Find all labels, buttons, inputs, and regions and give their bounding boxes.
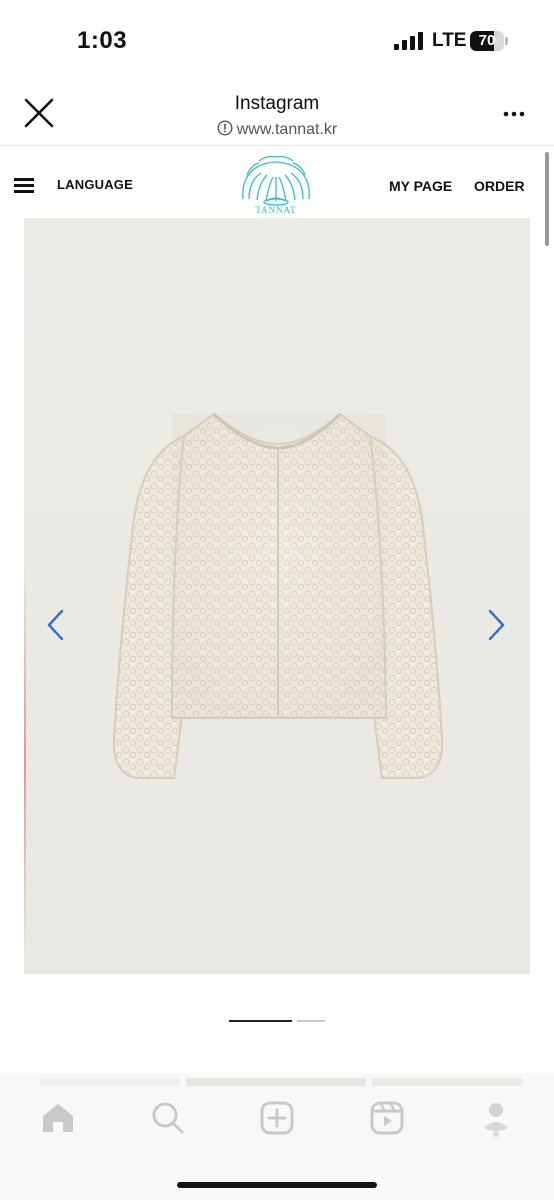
info-circle-icon [217,120,233,136]
product-image[interactable] [24,218,530,974]
shell-logo-icon [242,155,310,206]
order-link[interactable]: ORDER [474,178,525,194]
jacket-photo [112,412,444,779]
status-bar: 1:03 LTE 70 [0,0,554,80]
browser-title: Instagram [234,93,320,114]
tannat-logo[interactable]: TANNAT [237,155,315,217]
profile-icon[interactable] [476,1098,516,1138]
search-icon[interactable] [148,1098,188,1138]
create-post-icon[interactable] [257,1098,297,1138]
chevron-left-icon[interactable] [44,608,68,642]
pager-inactive-bar[interactable] [297,1020,325,1022]
battery-percent: 70 [478,32,496,49]
status-time: 1:03 [77,27,128,54]
image-edge [24,560,26,960]
logo-text: TANNAT [255,205,297,215]
browser-url[interactable]: www.tannat.kr [0,120,554,139]
home-indicator [177,1182,377,1188]
language-link[interactable]: LANGUAGE [57,177,133,192]
chevron-right-icon[interactable] [484,608,508,642]
site-navigation: LANGUAGE TANNAT MY PAGE ORDER [0,147,554,217]
partial-content-strip [0,1073,554,1086]
my-page-link[interactable]: MY PAGE [389,178,452,194]
hamburger-menu-icon[interactable] [14,178,34,194]
home-icon[interactable] [38,1098,78,1138]
slide-pager [229,1020,329,1023]
signal-strength-icon [394,32,423,50]
in-app-browser-header: Instagram www.tannat.kr [0,80,554,146]
network-type: LTE [432,30,467,51]
reels-icon[interactable] [367,1098,407,1138]
more-horizontal-icon[interactable] [498,102,530,124]
page-scrollbar[interactable] [545,152,549,246]
pager-active-bar[interactable] [229,1020,292,1022]
url-text: www.tannat.kr [236,121,338,138]
battery-icon: 70 [470,31,508,51]
